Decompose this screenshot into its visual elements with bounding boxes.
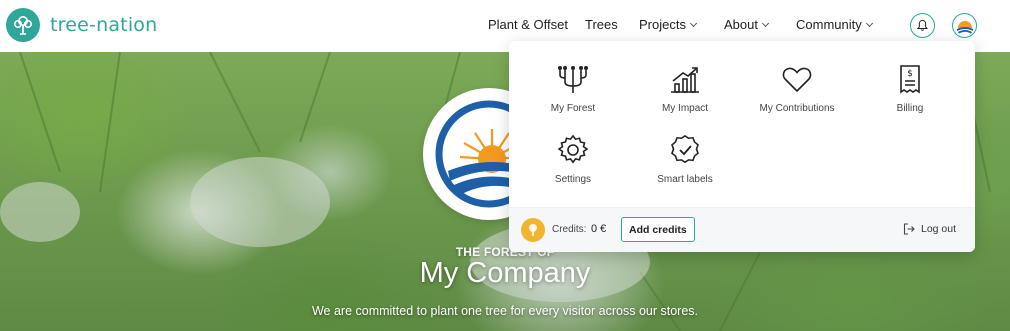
logout-label: Log out <box>921 223 957 235</box>
chevron-down-icon <box>689 19 698 27</box>
avatar-icon <box>955 16 974 35</box>
menu-item-billing[interactable]: $ Billing <box>855 64 965 114</box>
check-badge-icon <box>671 135 699 164</box>
menu-item-label: Settings <box>554 174 592 185</box>
menu-item-my-contributions[interactable]: My Contributions <box>742 64 852 114</box>
notifications-button[interactable] <box>910 13 935 38</box>
menu-item-label: My Contributions <box>759 103 835 114</box>
nav-label: Plant & Offset <box>488 17 568 32</box>
coin-icon <box>521 218 545 242</box>
nav-projects[interactable]: Projects <box>639 17 698 32</box>
nav-trees[interactable]: Trees <box>585 17 618 32</box>
menu-item-smart-labels[interactable]: Smart labels <box>630 135 740 185</box>
logout-icon <box>903 223 915 235</box>
nav-label: About <box>724 17 758 32</box>
nav-label: Community <box>796 17 862 32</box>
nav-about[interactable]: About <box>724 17 770 32</box>
nav-label: Projects <box>639 17 686 32</box>
credits-value: 0 € <box>591 223 607 235</box>
nav-label: Trees <box>585 17 618 32</box>
gear-icon <box>557 135 589 164</box>
menu-item-my-forest[interactable]: My Forest <box>518 64 628 114</box>
brand-name: tree-nation <box>50 14 158 36</box>
user-dropdown-menu: My Forest My Impact My Contributions $ B… <box>509 41 975 252</box>
receipt-icon: $ <box>900 65 920 94</box>
heart-icon <box>782 67 812 93</box>
forest-icon <box>558 66 588 93</box>
logout-button[interactable]: Log out <box>903 223 956 235</box>
brand-logo[interactable]: tree-nation <box>6 8 157 42</box>
credits-label: Credits: <box>552 224 587 235</box>
menu-item-settings[interactable]: Settings <box>518 135 628 185</box>
nav-plant-offset[interactable]: Plant & Offset <box>488 17 568 32</box>
menu-item-label: My Impact <box>661 103 709 114</box>
menu-item-label: My Forest <box>550 103 596 114</box>
menu-item-label: Billing <box>896 103 924 114</box>
credits-footer: Credits: 0 € Add credits Log out <box>509 207 975 252</box>
add-credits-button[interactable]: Add credits <box>621 217 695 242</box>
menu-item-label: Smart labels <box>657 174 713 185</box>
impact-chart-icon <box>671 67 699 93</box>
hero-title: My Company <box>419 257 591 289</box>
nav-community[interactable]: Community <box>796 17 873 32</box>
hero-subtitle: We are committed to plant one tree for e… <box>311 304 699 318</box>
bell-icon <box>916 19 929 31</box>
menu-item-my-impact[interactable]: My Impact <box>630 64 740 114</box>
profile-avatar-button[interactable] <box>952 13 977 38</box>
chevron-down-icon <box>865 19 873 27</box>
svg-text:$: $ <box>907 69 913 79</box>
tree-logo-icon <box>6 8 40 42</box>
chevron-down-icon <box>761 19 770 27</box>
